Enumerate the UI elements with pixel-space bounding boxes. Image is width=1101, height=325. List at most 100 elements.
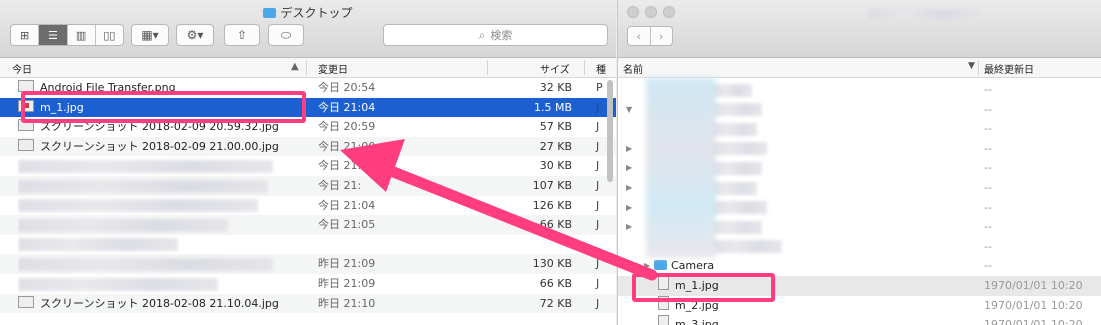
blurred-file-name xyxy=(712,122,757,136)
folder-row[interactable]: ▶ Camera -- xyxy=(618,256,1101,276)
file-name xyxy=(18,235,303,255)
blurred-file-name xyxy=(712,83,752,97)
file-size: 126 KB xyxy=(532,198,572,212)
finder-window-desktop: デスクトップ ⊞ ☰ ▥ ▯▯ ▦▾ ⚙▾ ⇧ ⬭ ⌕ 検索 今日 ▲ 変更日 サ… xyxy=(0,0,616,325)
disclosure-triangle-icon[interactable]: ▶ xyxy=(644,256,650,276)
back-button[interactable]: ‹ xyxy=(628,27,651,45)
file-name: スクリーンショット 2018-02-09 20.59.32.jpg xyxy=(18,117,303,137)
file-row-selected[interactable]: m_1.jpg 今日 21:04 1.5 MB J xyxy=(0,97,616,118)
disclosure-triangle-icon[interactable]: ▶ xyxy=(626,217,632,237)
close-window-button[interactable] xyxy=(627,6,639,18)
file-size: 27 KB xyxy=(539,139,572,153)
minimize-window-button[interactable] xyxy=(645,6,657,18)
name-column-header[interactable]: 今日 xyxy=(12,61,32,76)
file-name: Android File Transfer.png xyxy=(18,78,303,98)
file-size: 57 KB xyxy=(539,120,572,134)
device-file-row[interactable]: m_1.jpg 1970/01/01 10:20 xyxy=(618,276,1101,296)
blurred-file-name xyxy=(712,240,782,254)
file-name xyxy=(18,156,303,176)
file-date: 今日 20:59 xyxy=(318,120,376,134)
modified-date: -- xyxy=(984,200,992,214)
file-kind: J xyxy=(596,198,600,212)
file-row[interactable]: スクリーンショット 2018-02-08 21.10.04.jpg 昨日 21:1… xyxy=(0,293,616,314)
sort-descending-icon: ▼ xyxy=(968,61,975,71)
blurred-file-name xyxy=(712,201,767,215)
blurred-file-name xyxy=(18,277,218,291)
modified-date-column-header[interactable]: 最終更新日 xyxy=(984,61,1034,76)
search-icon: ⌕ xyxy=(478,27,486,42)
blurred-file-name xyxy=(18,257,273,271)
file-size: 32 KB xyxy=(539,81,572,94)
file-name: スクリーンショット 2018-02-09 21.00.00.jpg xyxy=(18,137,303,157)
file-name-text: Android File Transfer.png xyxy=(40,81,176,94)
blurred-file-name xyxy=(712,181,757,195)
cover-flow-button[interactable]: ▯▯ xyxy=(96,25,123,45)
image-file-icon xyxy=(658,315,669,325)
file-date: 今日 21:04 xyxy=(318,198,376,212)
file-row[interactable]: 今日 21:05 66 KB J xyxy=(0,215,616,235)
column-divider[interactable] xyxy=(487,60,488,75)
disclosure-triangle-icon[interactable]: ▶ xyxy=(626,198,632,218)
icon-view-button[interactable]: ⊞ xyxy=(11,25,40,45)
share-button[interactable]: ⇧ xyxy=(224,24,260,46)
tag-icon: ⬭ xyxy=(280,27,292,42)
file-name-text: スクリーンショット 2018-02-08 21.10.04.jpg xyxy=(40,296,279,310)
file-row[interactable]: スクリーンショット 2018-02-09 20.59.32.jpg 今日 20:5… xyxy=(0,117,616,137)
device-file-name-text: m_1.jpg xyxy=(675,279,719,292)
search-field[interactable]: ⌕ 検索 xyxy=(383,24,608,46)
column-divider[interactable] xyxy=(584,60,585,75)
file-name-text: スクリーンショット 2018-02-09 21.00.00.jpg xyxy=(40,139,279,153)
modified-date: -- xyxy=(984,181,992,194)
disclosure-triangle-icon[interactable]: ▶ xyxy=(626,178,632,198)
column-divider[interactable] xyxy=(306,60,307,75)
blurred-file-name xyxy=(18,238,178,252)
image-file-icon xyxy=(18,99,34,112)
file-row[interactable]: 今日 21:0 30 KB J xyxy=(0,156,616,176)
column-divider[interactable] xyxy=(978,60,979,75)
file-icon xyxy=(18,119,34,132)
name-column-header[interactable]: 名前 xyxy=(623,61,643,76)
disclosure-triangle-icon[interactable]: ▶ xyxy=(626,139,632,159)
file-row[interactable]: 昨日 21:09 130 KB J xyxy=(0,254,616,274)
file-row[interactable] xyxy=(0,235,616,255)
arrange-button[interactable]: ▦▾ xyxy=(131,24,169,46)
date-column-header[interactable]: 変更日 xyxy=(318,61,348,76)
column-view-button[interactable]: ▥ xyxy=(68,25,96,45)
modified-date: -- xyxy=(984,141,992,155)
modified-date: 1970/01/01 10:20 xyxy=(984,279,1083,292)
zoom-window-button[interactable] xyxy=(663,6,675,18)
disclosure-triangle-icon[interactable]: ▶ xyxy=(626,158,632,178)
view-mode-segmented-control: ⊞ ☰ ▥ ▯▯ xyxy=(10,24,124,46)
file-date: 昨日 21:10 xyxy=(318,296,376,310)
modified-date: -- xyxy=(984,220,992,234)
file-date: 今日 20:54 xyxy=(318,81,376,94)
window-title-text: デスクトップ xyxy=(280,6,353,20)
forward-button[interactable]: › xyxy=(651,27,673,45)
file-date: 昨日 21:09 xyxy=(318,277,376,290)
blurred-file-name xyxy=(18,199,258,213)
file-row[interactable]: 昨日 21:09 66 KB J xyxy=(0,274,616,294)
file-row[interactable]: 今日 21:04 126 KB J xyxy=(0,196,616,216)
list-view-button[interactable]: ☰ xyxy=(39,25,68,45)
device-file-name: m_1.jpg xyxy=(658,276,719,296)
tags-button[interactable]: ⬭ xyxy=(268,24,304,46)
device-file-name-text: Camera xyxy=(671,259,715,273)
file-size: 66 KB xyxy=(539,218,572,232)
file-name: m_1.jpg xyxy=(18,98,303,118)
file-size: 107 KB xyxy=(532,179,572,192)
blurred-file-name xyxy=(18,218,228,232)
modified-date: -- xyxy=(984,102,992,116)
action-button[interactable]: ⚙▾ xyxy=(176,24,214,46)
device-file-row[interactable]: m_2.jpg 1970/01/01 10:20 xyxy=(618,295,1101,316)
file-size: 30 KB xyxy=(539,159,572,173)
device-file-row[interactable]: m_3.jpg 1970/01/01 10:20 xyxy=(618,315,1101,325)
kind-column-header[interactable]: 種 xyxy=(596,61,606,76)
disclosure-triangle-icon[interactable]: ▼ xyxy=(626,100,632,120)
file-date: 今日 21:05 xyxy=(318,218,376,232)
size-column-header[interactable]: サイズ xyxy=(540,61,570,76)
file-row[interactable]: Android File Transfer.png 今日 20:54 32 KB P xyxy=(0,78,616,98)
file-row[interactable]: 今日 21: 107 KB J xyxy=(0,176,616,196)
search-placeholder: 検索 xyxy=(490,29,513,42)
vertical-scrollbar[interactable] xyxy=(607,80,613,182)
file-row[interactable]: スクリーンショット 2018-02-09 21.00.00.jpg 今日 21:0… xyxy=(0,136,616,157)
